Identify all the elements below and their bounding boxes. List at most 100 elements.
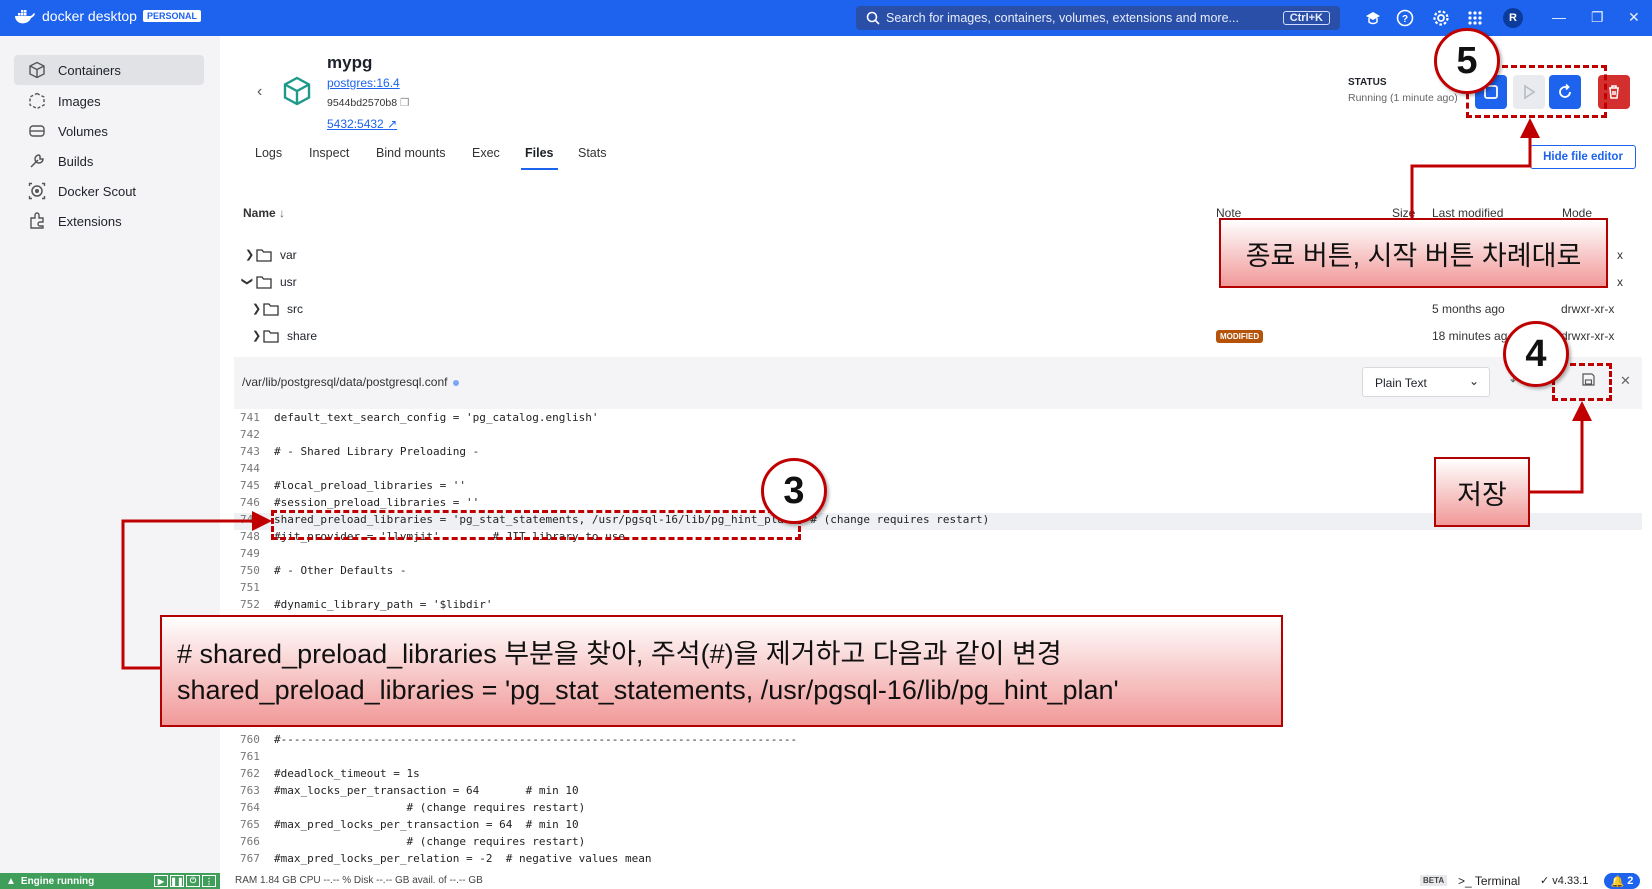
folder-icon xyxy=(263,330,279,343)
file-name: src xyxy=(287,302,303,316)
hide-file-editor-button[interactable]: Hide file editor xyxy=(1530,145,1636,169)
table-row[interactable]: ❯ src 5 months ago drwxr-xr-x xyxy=(245,298,1635,324)
engine-more-icon[interactable]: ⋮ xyxy=(202,875,216,887)
search-placeholder: Search for images, containers, volumes, … xyxy=(886,11,1239,25)
terminal-icon: >_ xyxy=(1458,874,1472,888)
learning-center-icon[interactable] xyxy=(1364,9,1382,27)
code-line: 764 # (change requires restart) xyxy=(240,801,586,814)
sort-down-icon: ↓ xyxy=(279,206,286,220)
file-mode: x xyxy=(1617,248,1623,262)
sidebar-item-label: Docker Scout xyxy=(58,183,137,199)
tab-files[interactable]: Files xyxy=(521,146,557,170)
code-line: 752 #dynamic_library_path = '$libdir' xyxy=(240,598,493,611)
column-header-name[interactable]: Name ↓ xyxy=(243,206,285,220)
status-bar: RAM 1.84 GB CPU --.-- % Disk --.-- GB av… xyxy=(220,873,1652,889)
code-line: 744 xyxy=(240,462,260,475)
close-editor-icon[interactable]: ✕ xyxy=(1620,373,1631,389)
tab-inspect[interactable]: Inspect xyxy=(309,146,349,160)
code-line: 761 xyxy=(240,750,260,763)
table-row[interactable]: ❯ share MODIFIED 18 minutes ag drwxr-xr-… xyxy=(245,325,1635,351)
search-shortcut: Ctrl+K xyxy=(1282,11,1330,25)
close-window-icon[interactable]: ✕ xyxy=(1628,9,1640,26)
sidebar-item-label: Containers xyxy=(58,62,121,78)
sidebar: Containers Images Volumes Builds Docker … xyxy=(0,36,220,889)
file-name: var xyxy=(280,248,297,262)
chevron-down-icon[interactable]: ❯ xyxy=(241,277,254,286)
user-avatar[interactable]: R xyxy=(1503,8,1523,28)
container-icon xyxy=(283,76,311,106)
extensions-grid-icon[interactable] xyxy=(1466,9,1484,27)
images-icon xyxy=(29,92,45,110)
highlight-box-config-line xyxy=(271,510,801,540)
code-line: 767 #max_pred_locks_per_relation = -2 # n… xyxy=(240,852,652,865)
sidebar-item-volumes[interactable]: Volumes xyxy=(14,116,204,146)
sidebar-item-builds[interactable]: Builds xyxy=(14,146,204,176)
callout-line-1: # shared_preload_libraries 부분을 찾아, 주석(#)… xyxy=(177,639,1062,669)
sidebar-item-label: Extensions xyxy=(58,213,122,229)
file-last-modified: 18 minutes ag xyxy=(1432,329,1508,343)
containers-icon xyxy=(29,61,45,79)
engine-pause-icon[interactable]: ❚❚ xyxy=(170,875,184,887)
unsaved-dot-icon xyxy=(453,379,460,386)
sidebar-item-label: Builds xyxy=(58,153,94,169)
file-editor-header: /var/lib/postgresql/data/postgresql.conf… xyxy=(234,357,1642,409)
sidebar-item-extensions[interactable]: Extensions xyxy=(14,206,204,236)
engine-power-icon[interactable]: ⏻ xyxy=(186,875,200,887)
beta-badge: BETA xyxy=(1420,875,1448,886)
back-chevron-icon[interactable]: ‹ xyxy=(257,83,262,101)
tab-stats[interactable]: Stats xyxy=(578,146,607,160)
image-link[interactable]: postgres:16.4 xyxy=(327,76,400,90)
extensions-icon xyxy=(30,212,44,229)
copy-icon[interactable]: ❐ xyxy=(400,97,409,109)
code-line: 751 xyxy=(240,581,260,594)
version-label: ✓ v4.33.1 xyxy=(1540,875,1589,887)
whale-small-icon: ▲ xyxy=(6,875,16,887)
folder-icon xyxy=(263,303,279,316)
file-mode: drwxr-xr-x xyxy=(1561,302,1615,316)
engine-play-icon[interactable]: ▶ xyxy=(154,875,168,887)
engine-status: ▲ Engine running ▶ ❚❚ ⏻ ⋮ xyxy=(0,873,220,889)
chevron-right-icon[interactable]: ❯ xyxy=(252,302,261,315)
step-5-marker: 5 xyxy=(1434,28,1500,94)
file-name: usr xyxy=(280,275,297,289)
code-line: 762 #deadlock_timeout = 1s xyxy=(240,767,420,780)
chevron-right-icon[interactable]: ❯ xyxy=(245,248,254,261)
file-path: /var/lib/postgresql/data/postgresql.conf xyxy=(242,375,460,389)
code-line: 765 #max_pred_locks_per_transaction = 64 … xyxy=(240,818,579,831)
container-name: mypg xyxy=(327,53,373,72)
container-id: 9544bd2570b8 ❐ xyxy=(327,97,410,109)
tab-exec[interactable]: Exec xyxy=(472,146,500,160)
sidebar-item-containers[interactable]: Containers xyxy=(14,55,204,85)
sidebar-item-label: Volumes xyxy=(58,123,108,139)
folder-icon xyxy=(256,276,272,289)
bell-icon: 🔔 xyxy=(1610,875,1625,888)
tab-logs[interactable]: Logs xyxy=(255,146,282,160)
tab-bind-mounts[interactable]: Bind mounts xyxy=(376,146,445,160)
svg-text:?: ? xyxy=(1402,14,1408,25)
notifications-button[interactable]: 🔔 2 xyxy=(1604,873,1640,889)
sidebar-item-images[interactable]: Images xyxy=(14,86,204,116)
file-mode: x xyxy=(1617,275,1623,289)
sidebar-item-label: Images xyxy=(58,93,101,109)
callout-edit-instructions: # shared_preload_libraries 부분을 찾아, 주석(#)… xyxy=(160,615,1283,727)
code-line: 743 # - Shared Library Preloading - xyxy=(240,445,480,458)
settings-gear-icon[interactable] xyxy=(1432,9,1450,27)
terminal-button[interactable]: >_ Terminal xyxy=(1458,874,1520,888)
file-name: share xyxy=(287,329,318,343)
search-icon xyxy=(866,11,880,25)
folder-icon xyxy=(256,249,272,262)
external-link-icon: ↗ xyxy=(387,117,398,131)
help-icon[interactable]: ? xyxy=(1396,9,1414,27)
maximize-icon[interactable]: ❐ xyxy=(1591,9,1604,26)
callout-line-2: shared_preload_libraries = 'pg_stat_stat… xyxy=(177,675,1119,705)
status-value: Running (1 minute ago) xyxy=(1348,92,1458,104)
language-select[interactable]: Plain Text ⌄ xyxy=(1362,367,1490,397)
brand: docker desktop PERSONAL xyxy=(14,8,201,24)
sidebar-item-docker-scout[interactable]: Docker Scout xyxy=(14,176,204,206)
minimize-icon[interactable]: — xyxy=(1552,9,1566,25)
global-search[interactable]: Search for images, containers, volumes, … xyxy=(856,6,1340,30)
port-link[interactable]: 5432:5432 ↗ xyxy=(327,117,397,131)
volumes-icon xyxy=(29,125,45,137)
code-line: 760 #------------------------------------… xyxy=(240,733,798,746)
chevron-right-icon[interactable]: ❯ xyxy=(252,329,261,342)
